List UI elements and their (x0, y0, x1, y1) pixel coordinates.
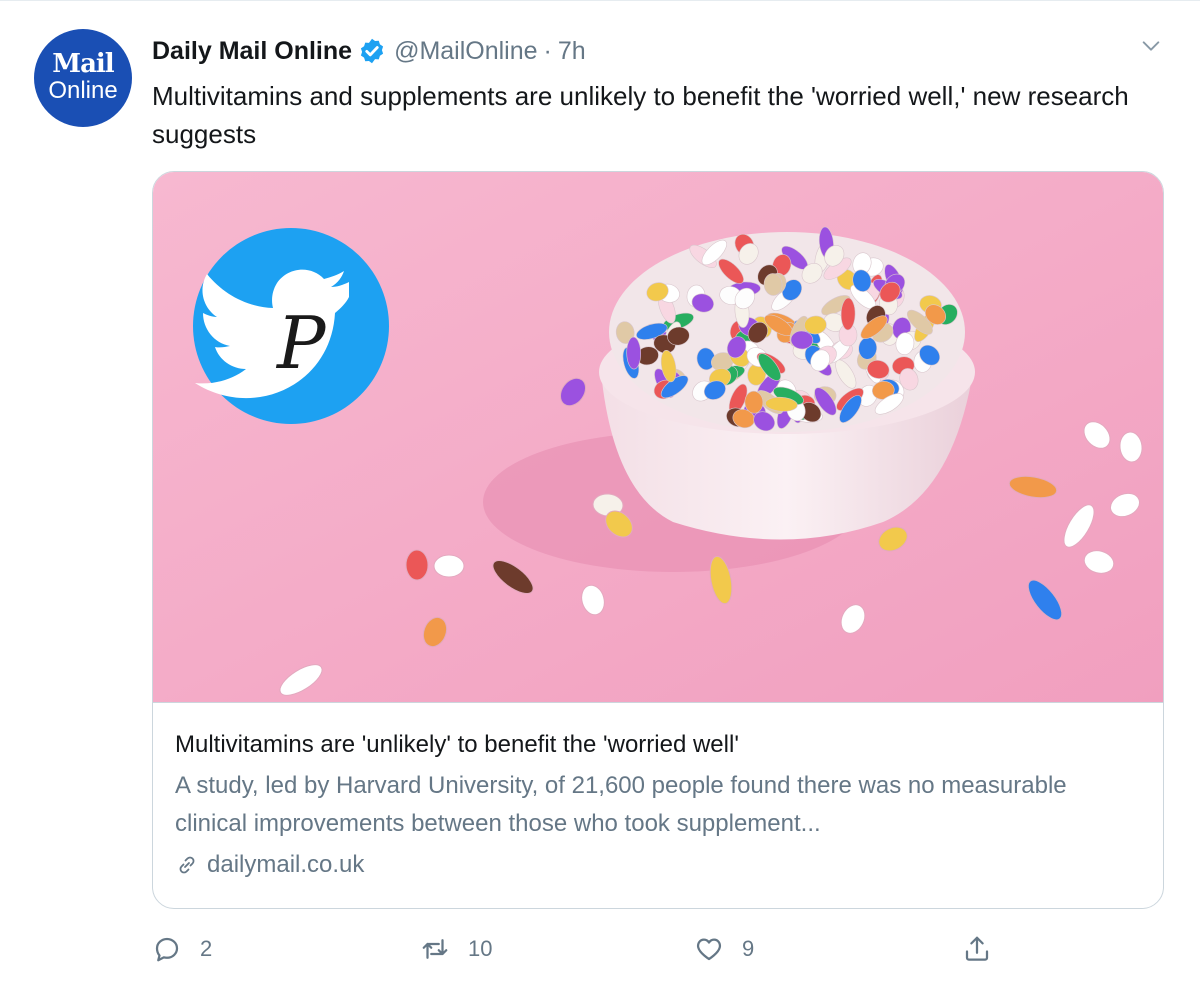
scattered-pill (405, 549, 429, 581)
chevron-down-icon[interactable] (1140, 35, 1162, 57)
like-button[interactable]: 9 (694, 929, 754, 969)
card-image[interactable]: P (153, 172, 1163, 702)
retweet-icon (422, 939, 448, 959)
share-icon (965, 936, 989, 961)
like-count: 9 (742, 936, 755, 961)
card-description: A study, led by Harvard University, of 2… (175, 772, 1067, 837)
tweet-timestamp[interactable]: 7h (558, 37, 586, 66)
watermark-logo: P (193, 228, 389, 424)
reply-icon (155, 937, 179, 962)
like-icon (696, 938, 722, 961)
verified-badge-icon (360, 38, 384, 64)
card-domain: dailymail.co.uk (175, 851, 1143, 879)
scattered-pill (433, 554, 465, 578)
author-handle[interactable]: @MailOnline (394, 37, 537, 66)
avatar-logo-mail: Mail (52, 49, 114, 79)
pills-bowl-image: P (153, 172, 1163, 702)
tweet-header: Daily Mail Online @MailOnline · 7h (152, 33, 586, 69)
author-name[interactable]: Daily Mail Online (152, 37, 352, 66)
share-button[interactable] (962, 929, 992, 969)
avatar[interactable]: Mail Online (34, 29, 132, 127)
watermark-letter: P (275, 301, 327, 385)
avatar-logo-online: Online (48, 77, 118, 104)
reply-count: 2 (200, 936, 213, 961)
card-domain-text: dailymail.co.uk (207, 851, 365, 878)
tweet-text: Multivitamins and supplements are unlike… (152, 81, 1129, 149)
link-card[interactable]: P Multivitamins are 'unlikely' to benefi… (152, 171, 1164, 909)
link-icon (179, 856, 195, 874)
retweet-count: 10 (468, 936, 493, 961)
card-body[interactable]: Multivitamins are 'unlikely' to benefit … (153, 702, 1163, 908)
action-bar: 2 10 9 (152, 929, 1172, 969)
pill (626, 336, 642, 370)
retweet-button[interactable]: 10 (420, 929, 492, 969)
pill (840, 297, 856, 331)
reply-button[interactable]: 2 (152, 929, 212, 969)
separator-dot: · (543, 36, 552, 65)
tweet[interactable]: Mail Online Daily Mail Online @MailOnlin… (0, 0, 1200, 987)
card-title: Multivitamins are 'unlikely' to benefit … (175, 731, 739, 758)
